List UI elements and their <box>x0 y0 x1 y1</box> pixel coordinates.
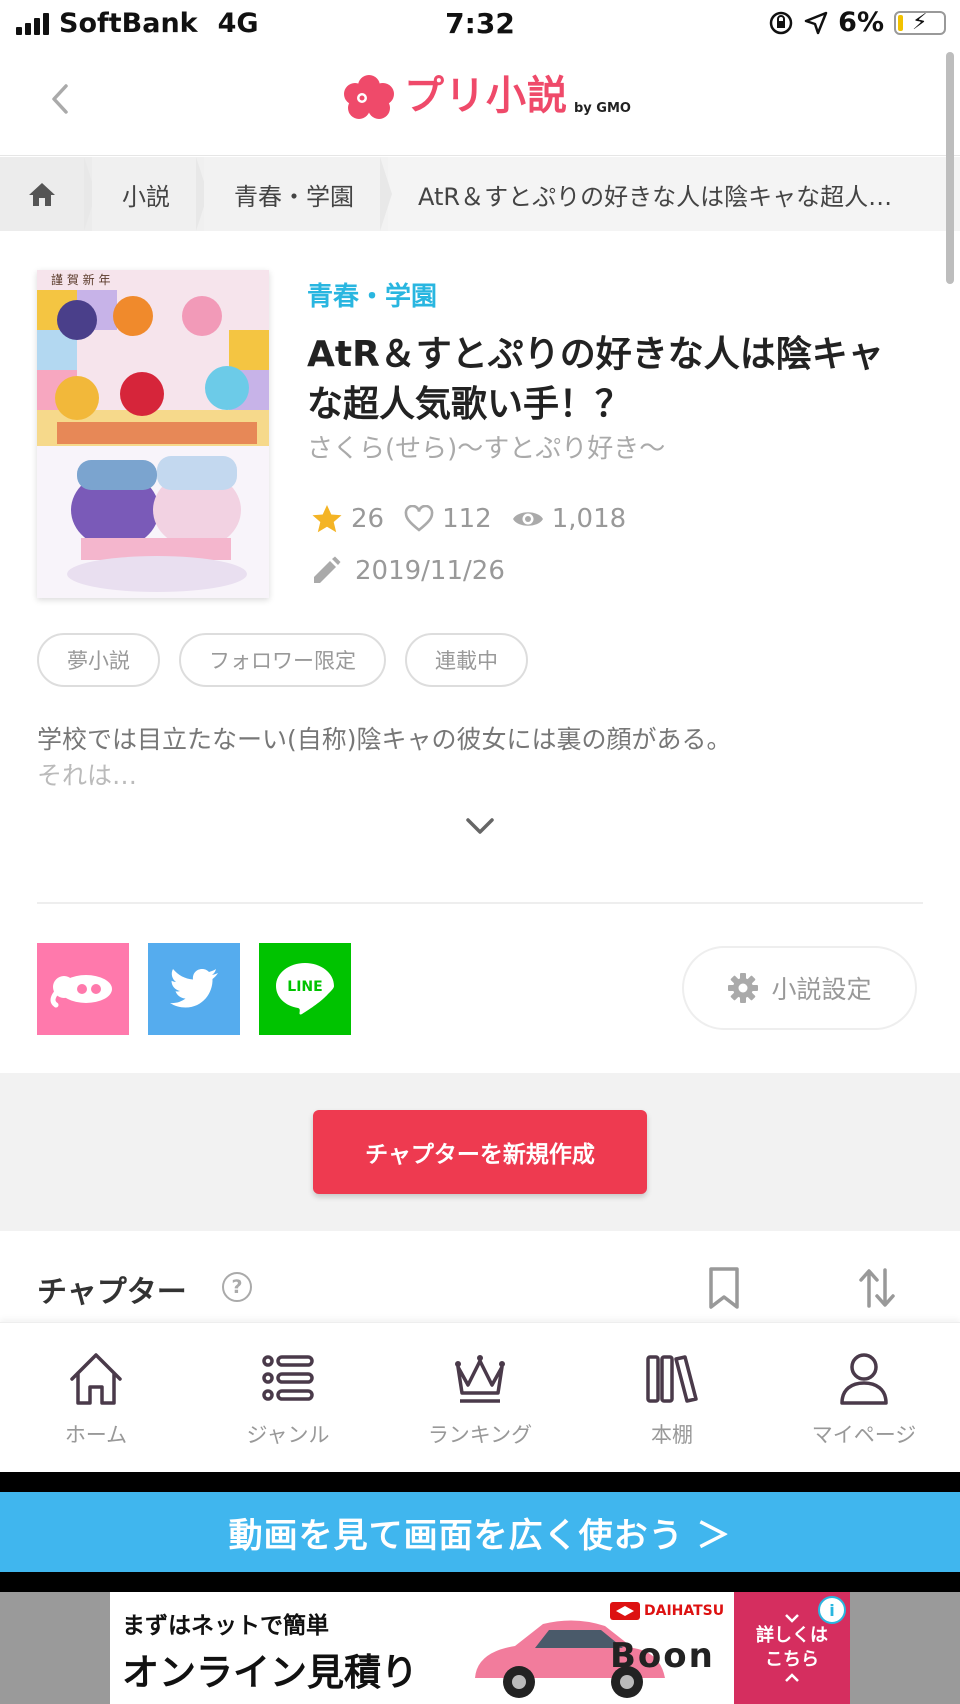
status-right: 6% ⚡ <box>768 7 946 38</box>
pencil-icon <box>314 556 341 583</box>
novel-author[interactable]: さくら(せら)〜すとぷり好き〜 <box>307 428 665 465</box>
update-date: 2019/11/26 <box>355 556 505 586</box>
description-line: それは… <box>37 761 138 790</box>
chapter-section-title: チャプター <box>37 1275 187 1310</box>
tab-mypage[interactable]: マイページ <box>768 1323 960 1472</box>
heart-icon <box>404 505 434 532</box>
app-header: プリ小説 by GMO <box>0 46 960 156</box>
tab-label: ジャンル <box>246 1423 330 1447</box>
ad-brand-name: DAIHATSU <box>644 1603 725 1619</box>
tag-item[interactable]: 連載中 <box>405 633 528 687</box>
chevron-down-icon <box>785 1614 799 1623</box>
share-prichat-button[interactable] <box>37 943 129 1035</box>
bookshelf-icon <box>646 1355 698 1403</box>
orientation-lock-icon <box>769 11 793 34</box>
share-buttons: LINE <box>37 943 351 1035</box>
location-icon <box>804 11 828 34</box>
star-count: 26 <box>351 504 385 534</box>
update-date-row: 2019/11/26 <box>311 556 505 586</box>
back-chevron-icon[interactable] <box>40 74 80 124</box>
novel-title: AtR＆すとぷりの好きな人は陰キャな超人気歌い手！？ <box>307 334 884 425</box>
home-icon <box>70 1353 122 1405</box>
eye-icon <box>512 512 543 526</box>
tab-label: 本棚 <box>651 1423 693 1447</box>
help-icon[interactable]: ? <box>222 1272 252 1302</box>
home-icon <box>29 183 55 206</box>
ad-banner[interactable]: まずはネットで簡単 オンライン見積り DAIHATSU Boon 詳しくは こち… <box>110 1592 850 1704</box>
person-icon <box>840 1353 888 1405</box>
ad-container: まずはネットで簡単 オンライン見積り DAIHATSU Boon 詳しくは こち… <box>0 1592 960 1704</box>
ad-cta-label: 詳しくは こちら <box>756 1625 828 1670</box>
novel-description: 学校では目立たなーい(自称)陰キャの彼女には裏の顔がある。 それは… <box>37 722 917 794</box>
tag-item[interactable]: フォロワー限定 <box>179 633 386 687</box>
breadcrumb-home[interactable] <box>0 157 96 231</box>
bookmark-icon[interactable] <box>705 1266 743 1310</box>
star-stat: 26 <box>311 504 384 534</box>
tag-list: 夢小説 フォロワー限定 連載中 <box>37 633 528 687</box>
breadcrumb-item-novel[interactable]: 小説 <box>92 157 208 231</box>
daihatsu-logo-icon <box>610 1602 640 1620</box>
sort-icon[interactable] <box>858 1266 896 1310</box>
status-bar: SoftBank 4G 7:32 6% ⚡ <box>0 0 960 46</box>
novel-genre-link[interactable]: 青春・学園 <box>307 276 437 313</box>
bottom-tab-bar: ホーム ジャンル ランキング 本棚 マイページ <box>0 1322 960 1472</box>
breadcrumb-item-current: AtR＆すとぷりの好きな人は陰キャな超人… <box>418 182 893 211</box>
view-count: 1,018 <box>551 504 627 534</box>
novel-settings-button[interactable]: 小説設定 <box>682 946 917 1030</box>
crown-icon <box>455 1355 505 1403</box>
ad-info-icon[interactable]: i <box>818 1596 846 1624</box>
view-stat: 1,018 <box>512 504 626 534</box>
gear-icon <box>728 973 759 1003</box>
ad-separator <box>0 1472 960 1492</box>
twitter-bird-icon <box>170 969 218 1008</box>
svg-text:謹 賀 新 年: 謹 賀 新 年 <box>51 272 110 287</box>
like-count: 112 <box>442 504 492 534</box>
tab-bookshelf[interactable]: 本棚 <box>576 1323 768 1472</box>
app-logo[interactable]: プリ小説 by GMO <box>340 70 631 122</box>
line-logo-icon: LINE <box>276 963 334 1015</box>
novel-cover-image: 謹 賀 新 年 <box>37 270 269 598</box>
description-line: 学校では目立たなーい(自称)陰キャの彼女には裏の顔がある。 <box>37 725 732 754</box>
novel-settings-label: 小説設定 <box>771 975 872 1004</box>
ad-separator <box>0 1572 960 1592</box>
battery-icon: ⚡ <box>894 10 946 35</box>
tab-ranking[interactable]: ランキング <box>384 1323 576 1472</box>
tab-genre[interactable]: ジャンル <box>192 1323 384 1472</box>
create-chapter-button[interactable]: チャプターを新規作成 <box>313 1110 647 1194</box>
elephant-icon <box>50 975 112 1008</box>
ad-brand: DAIHATSU <box>610 1602 724 1620</box>
chevron-up-icon <box>785 1673 799 1682</box>
battery-percent: 6% <box>838 7 884 38</box>
star-icon <box>312 505 342 533</box>
tab-label: マイページ <box>811 1423 917 1447</box>
logo-flower-icon <box>344 75 394 119</box>
list-icon <box>262 1355 314 1401</box>
watch-video-banner[interactable]: 動画を見て画面を広く使おう ＞ <box>0 1492 960 1572</box>
share-line-button[interactable]: LINE <box>259 943 351 1035</box>
svg-text:LINE: LINE <box>287 979 322 995</box>
logo-by: by GMO <box>574 101 631 116</box>
tab-home[interactable]: ホーム <box>0 1323 192 1472</box>
like-stat: 112 <box>404 504 492 534</box>
breadcrumb-item-genre[interactable]: 青春・学園 <box>204 157 392 231</box>
section-divider <box>37 902 923 904</box>
share-twitter-button[interactable] <box>148 943 240 1035</box>
tab-label: ホーム <box>64 1423 128 1447</box>
novel-stats: 26 112 1,018 <box>311 504 646 534</box>
logo-text: プリ小説 <box>404 73 568 119</box>
ad-main-copy: オンライン見積り <box>122 1651 418 1694</box>
scrollbar[interactable] <box>946 52 954 284</box>
ad-headline: まずはネットで簡単 <box>122 1613 329 1639</box>
tab-label: ランキング <box>427 1423 533 1447</box>
breadcrumb: 小説 青春・学園 AtR＆すとぷりの好きな人は陰キャな超人… <box>0 157 960 231</box>
create-chapter-section: チャプターを新規作成 <box>0 1073 960 1231</box>
tag-item[interactable]: 夢小説 <box>37 633 160 687</box>
ad-model: Boon <box>610 1636 715 1676</box>
expand-chevron-icon[interactable] <box>462 812 498 840</box>
